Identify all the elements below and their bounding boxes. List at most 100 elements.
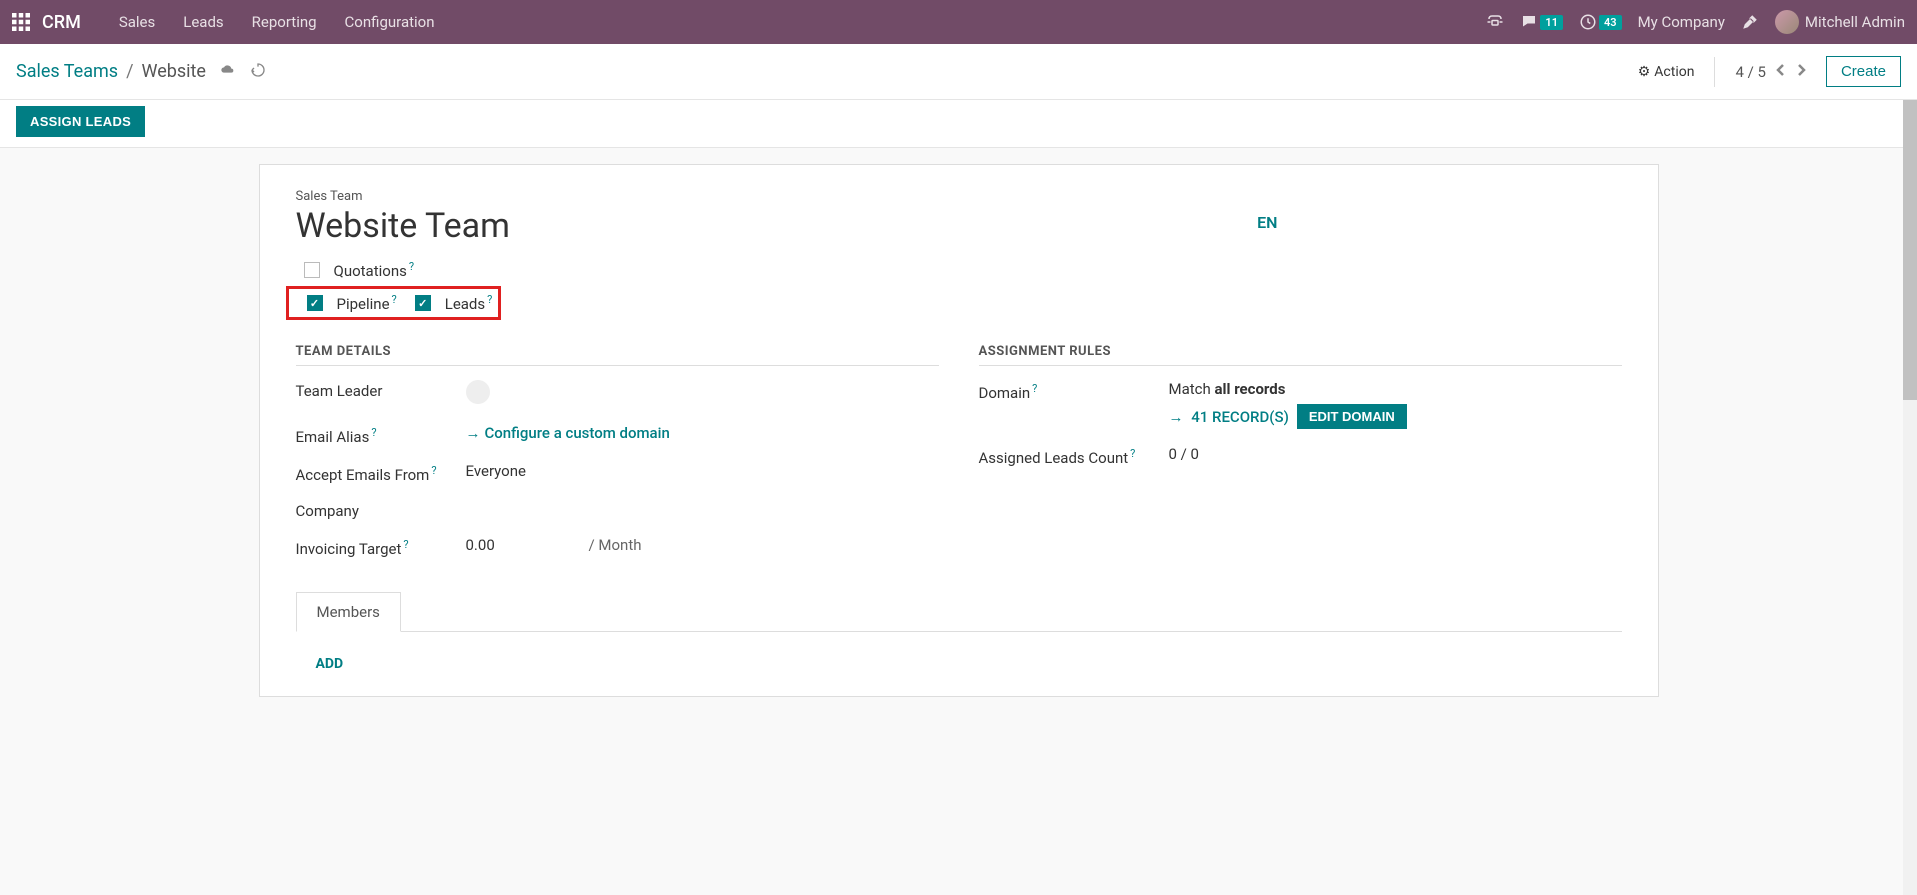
invoicing-target-label: Invoicing Target? <box>296 536 466 558</box>
language-toggle[interactable]: EN <box>1257 213 1277 232</box>
match-text: Match all records <box>1169 380 1622 398</box>
domain-row: Domain? Match all records → 41 RECORD(S)… <box>979 380 1622 429</box>
quotations-checkbox[interactable] <box>304 262 320 278</box>
tools-icon[interactable] <box>1741 13 1759 31</box>
assignment-rules-title: ASSIGNMENT RULES <box>979 344 1622 366</box>
add-button[interactable]: ADD <box>316 656 344 672</box>
create-button[interactable]: Create <box>1826 56 1901 87</box>
pipeline-leads-highlight: Pipeline? Leads? <box>286 286 502 320</box>
email-alias-label-text: Email Alias <box>296 428 370 446</box>
nav-reporting[interactable]: Reporting <box>238 13 331 31</box>
help-icon[interactable]: ? <box>392 293 397 306</box>
assigned-leads-label-text: Assigned Leads Count <box>979 449 1129 467</box>
breadcrumb-right: ⚙ Action 4 / 5 Create <box>1638 56 1901 87</box>
cloud-icon[interactable] <box>220 62 236 82</box>
accept-emails-label-text: Accept Emails From <box>296 466 430 484</box>
chat-icon[interactable]: 11 <box>1520 13 1563 31</box>
help-icon[interactable]: ? <box>1130 447 1135 460</box>
team-leader-row: Team Leader <box>296 380 939 408</box>
undo-icon[interactable] <box>250 62 266 82</box>
assigned-leads-value: 0 / 0 <box>1169 445 1622 463</box>
leader-avatar-icon <box>466 380 490 404</box>
leads-label-text: Leads <box>445 295 485 313</box>
assign-leads-button[interactable]: ASSIGN LEADS <box>16 106 145 137</box>
team-leader-value[interactable] <box>466 380 939 408</box>
pipeline-checkbox[interactable] <box>307 295 323 311</box>
breadcrumb-sep: / <box>126 61 133 82</box>
help-icon[interactable]: ? <box>371 426 376 439</box>
breadcrumb: Sales Teams / Website <box>16 61 266 82</box>
gear-icon: ⚙ <box>1638 64 1651 80</box>
nav-sales[interactable]: Sales <box>105 13 169 31</box>
help-icon[interactable]: ? <box>403 538 408 551</box>
breadcrumb-bar: Sales Teams / Website ⚙ Action 4 / 5 Cre… <box>0 44 1917 100</box>
form-columns: TEAM DETAILS Team Leader Email Alias? →C… <box>296 344 1622 574</box>
action-dropdown[interactable]: ⚙ Action <box>1638 64 1695 80</box>
user-name: Mitchell Admin <box>1805 13 1905 31</box>
quotations-label: Quotations? <box>334 260 415 280</box>
phone-icon[interactable] <box>1486 13 1504 31</box>
accept-emails-row: Accept Emails From? Everyone <box>296 462 939 484</box>
breadcrumb-current: Website <box>142 61 206 82</box>
configure-domain-text: Configure a custom domain <box>485 424 670 442</box>
pager-text[interactable]: 4 / 5 <box>1735 63 1766 81</box>
tab-members[interactable]: Members <box>296 592 401 632</box>
quotations-row: Quotations? <box>304 260 1622 280</box>
records-link[interactable]: → 41 RECORD(S) <box>1169 408 1289 426</box>
nav-right: 11 43 My Company Mitchell Admin <box>1486 10 1905 34</box>
pager-prev[interactable] <box>1776 62 1786 81</box>
label-sales-team: Sales Team <box>296 189 1622 204</box>
arrow-right-icon: → <box>466 424 481 442</box>
app-title[interactable]: CRM <box>42 12 81 33</box>
team-leader-label: Team Leader <box>296 380 466 400</box>
company-selector[interactable]: My Company <box>1638 13 1725 31</box>
top-navbar: CRM Sales Leads Reporting Configuration … <box>0 0 1917 44</box>
leads-label: Leads? <box>445 293 493 313</box>
company-label: Company <box>296 500 466 520</box>
nav-leads[interactable]: Leads <box>169 13 237 31</box>
divider <box>1714 57 1715 87</box>
accept-emails-label: Accept Emails From? <box>296 462 466 484</box>
domain-label-text: Domain <box>979 384 1031 402</box>
tabs: Members <box>296 592 1622 632</box>
edit-domain-button[interactable]: EDIT DOMAIN <box>1297 404 1407 429</box>
breadcrumb-parent[interactable]: Sales Teams <box>16 61 118 82</box>
team-details-column: TEAM DETAILS Team Leader Email Alias? →C… <box>296 344 939 574</box>
help-icon[interactable]: ? <box>431 464 436 477</box>
scrollbar[interactable] <box>1903 100 1917 895</box>
activity-badge: 43 <box>1599 15 1622 30</box>
form-sheet: EN Sales Team Website Team Quotations? P… <box>259 164 1659 697</box>
nav-left: CRM Sales Leads Reporting Configuration <box>12 12 449 33</box>
help-icon[interactable]: ? <box>409 260 414 273</box>
avatar-icon <box>1775 10 1799 34</box>
arrow-right-icon: → <box>1169 408 1184 426</box>
configure-domain-link[interactable]: →Configure a custom domain <box>466 424 670 442</box>
user-menu[interactable]: Mitchell Admin <box>1775 10 1905 34</box>
team-name-input[interactable]: Website Team <box>296 206 1622 246</box>
help-icon[interactable]: ? <box>1032 382 1037 395</box>
records-count: 41 RECORD(S) <box>1191 408 1289 426</box>
pager: 4 / 5 <box>1735 62 1806 81</box>
company-row: Company <box>296 500 939 520</box>
invoicing-target-row: Invoicing Target? 0.00 / Month <box>296 536 939 558</box>
pager-next[interactable] <box>1796 62 1806 81</box>
scrollbar-thumb[interactable] <box>1903 100 1917 400</box>
chat-badge: 11 <box>1540 15 1563 30</box>
apps-icon[interactable] <box>12 13 30 31</box>
nav-configuration[interactable]: Configuration <box>331 13 449 31</box>
assigned-leads-label: Assigned Leads Count? <box>979 445 1169 467</box>
quotations-label-text: Quotations <box>334 262 407 280</box>
invoicing-target-label-text: Invoicing Target <box>296 540 402 558</box>
leads-checkbox[interactable] <box>415 295 431 311</box>
invoicing-target-amount: 0.00 <box>466 536 495 554</box>
email-alias-label: Email Alias? <box>296 424 466 446</box>
team-details-title: TEAM DETAILS <box>296 344 939 366</box>
pipeline-label-text: Pipeline <box>337 295 390 313</box>
email-alias-row: Email Alias? →Configure a custom domain <box>296 424 939 446</box>
invoicing-target-value[interactable]: 0.00 / Month <box>466 536 939 554</box>
help-icon[interactable]: ? <box>487 293 492 306</box>
activity-icon[interactable]: 43 <box>1579 13 1622 31</box>
domain-label: Domain? <box>979 380 1169 402</box>
assignment-rules-column: ASSIGNMENT RULES Domain? Match all recor… <box>979 344 1622 574</box>
accept-emails-value[interactable]: Everyone <box>466 462 939 480</box>
